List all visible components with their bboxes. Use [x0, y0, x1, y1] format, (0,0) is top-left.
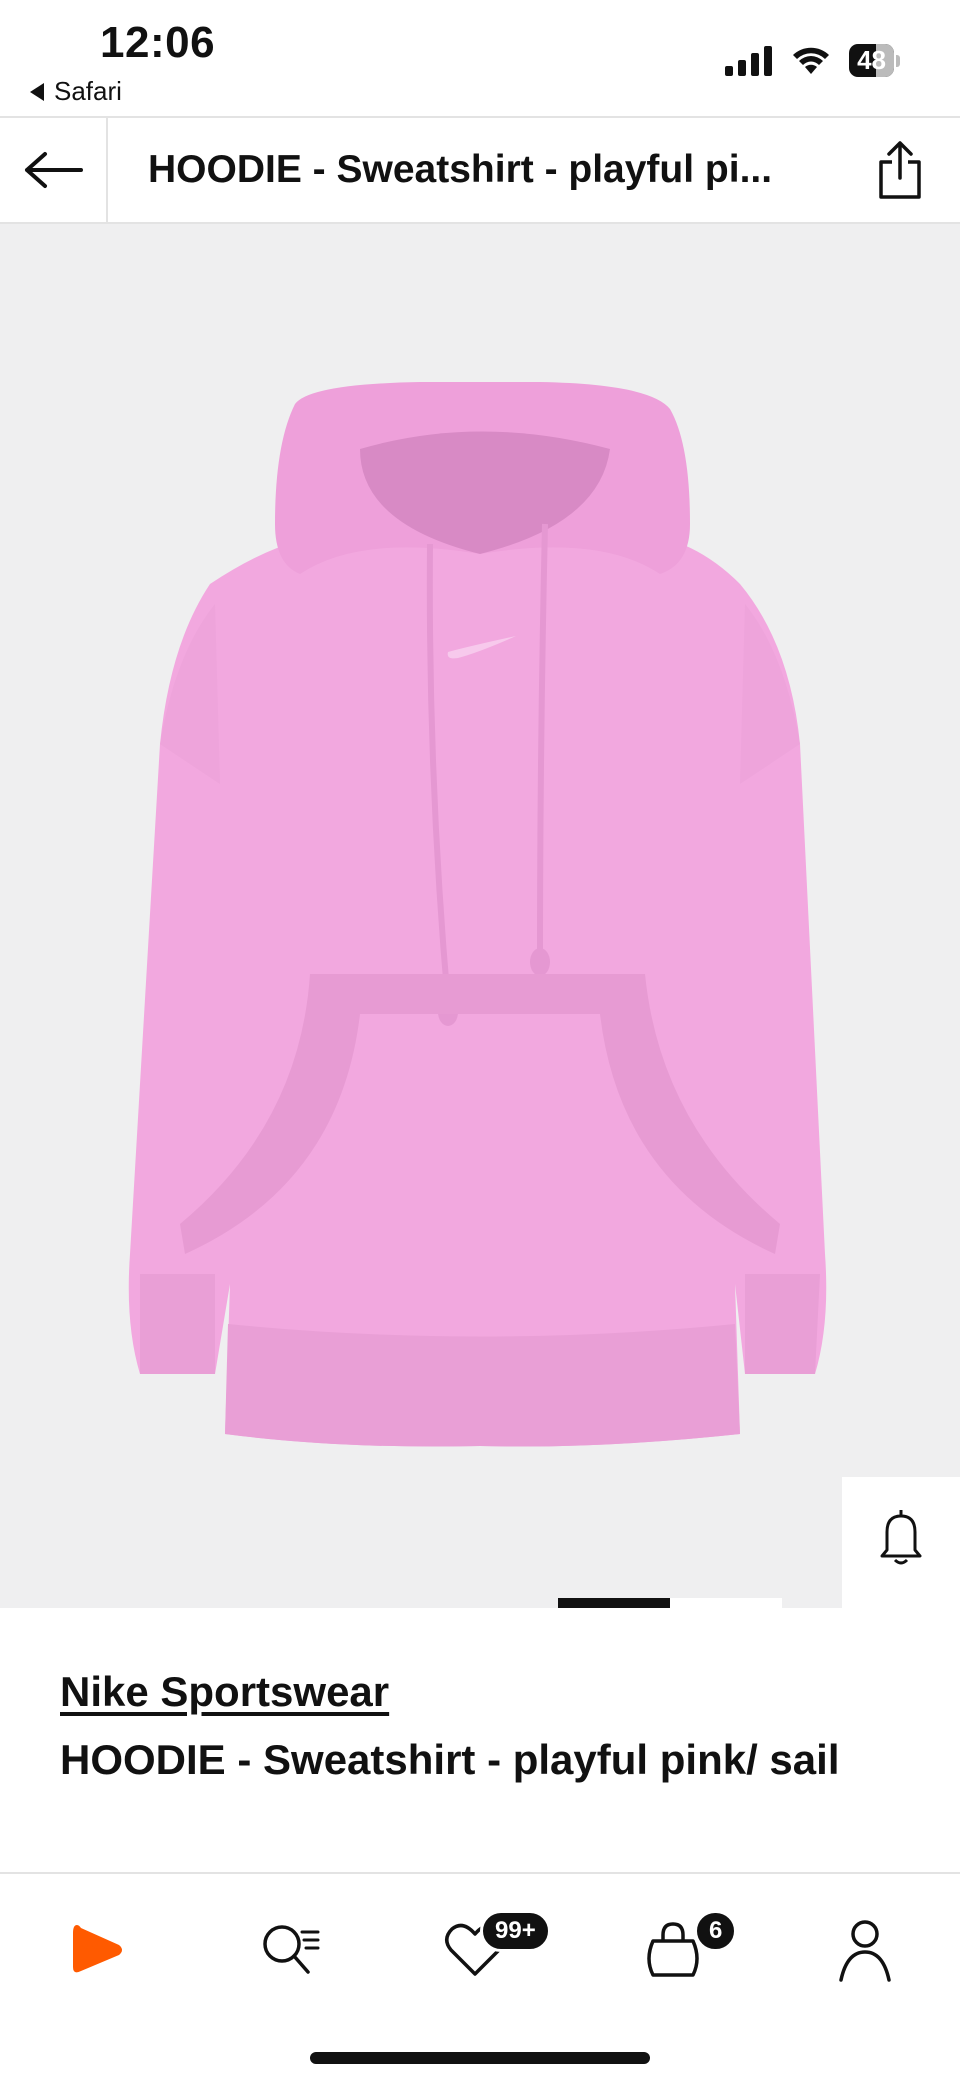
gallery-pager — [0, 1598, 960, 1608]
home-icon — [73, 1925, 122, 1973]
back-app-label: Safari — [54, 76, 122, 106]
share-icon — [879, 141, 921, 199]
back-triangle-icon — [30, 82, 44, 101]
bell-icon — [880, 1510, 922, 1565]
wishlist-badge: 99+ — [480, 1910, 551, 1952]
product-image[interactable] — [0, 224, 960, 1608]
product-side-actions — [842, 1477, 960, 1608]
pager-active — [558, 1598, 670, 1608]
product-name: HOODIE - Sweatshirt - playful pink/ sail — [60, 1736, 840, 1783]
battery-level: 48 — [857, 45, 886, 75]
pager-inactive — [670, 1598, 782, 1608]
tab-search[interactable] — [245, 1910, 335, 1990]
share-button[interactable] — [870, 138, 930, 202]
back-to-safari[interactable]: Safari — [30, 76, 122, 107]
battery-icon: 48 — [849, 44, 900, 77]
status-indicators: 48 — [725, 44, 900, 77]
brand-link[interactable]: Nike Sportswear — [60, 1668, 389, 1716]
product-nav-bar: HOODIE - Sweatshirt - playful pi... — [0, 116, 960, 224]
page-title: HOODIE - Sweatshirt - playful pi... — [148, 148, 773, 191]
bottom-tab-bar: 99+ 6 — [0, 1872, 960, 2080]
notify-button[interactable] — [842, 1477, 960, 1595]
status-time: 12:06 — [100, 18, 216, 67]
tab-home[interactable] — [52, 1910, 142, 1990]
search-icon — [263, 1925, 320, 1974]
profile-icon — [839, 1920, 891, 1982]
home-indicator — [310, 2052, 650, 2064]
bag-badge: 6 — [694, 1910, 738, 1952]
hoodie-illustration — [128, 382, 827, 1447]
tab-profile[interactable] — [820, 1910, 910, 1990]
signal-icon — [725, 45, 773, 76]
status-bar: 12:06 Safari 48 — [0, 0, 960, 116]
back-button[interactable] — [0, 118, 108, 222]
wifi-icon — [793, 47, 830, 74]
back-arrow-icon — [25, 152, 83, 188]
